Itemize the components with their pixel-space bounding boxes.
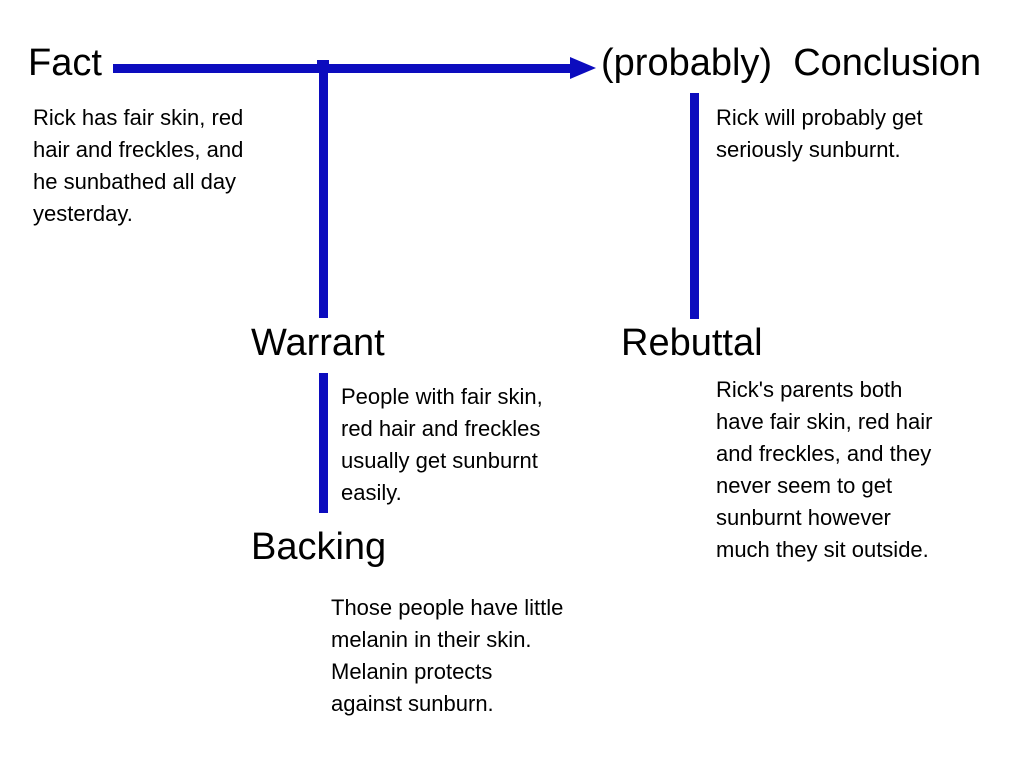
rebuttal-support-line <box>690 93 699 319</box>
fact-to-conclusion-arrow-shaft <box>113 64 571 73</box>
diagram-canvas: Fact Rick has fair skin, red hair and fr… <box>0 0 1024 768</box>
backing-support-line <box>319 373 328 513</box>
conclusion-body-text: Rick will probably get seriously sunburn… <box>716 105 923 162</box>
fact-heading: Fact <box>28 42 102 84</box>
conclusion-heading: (probably) Conclusion <box>601 42 982 84</box>
rebuttal-heading: Rebuttal <box>621 322 763 364</box>
warrant-body-text: People with fair skin, red hair and frec… <box>341 384 543 505</box>
fact-to-conclusion-arrowhead-icon <box>570 57 596 79</box>
backing-body-text: Those people have little melanin in thei… <box>331 595 564 716</box>
warrant-support-line <box>319 66 328 318</box>
fact-body-text: Rick has fair skin, red hair and freckle… <box>33 105 244 226</box>
backing-heading: Backing <box>251 526 387 568</box>
rebuttal-body-text: Rick's parents both have fair skin, red … <box>716 377 933 562</box>
warrant-heading: Warrant <box>251 322 385 364</box>
